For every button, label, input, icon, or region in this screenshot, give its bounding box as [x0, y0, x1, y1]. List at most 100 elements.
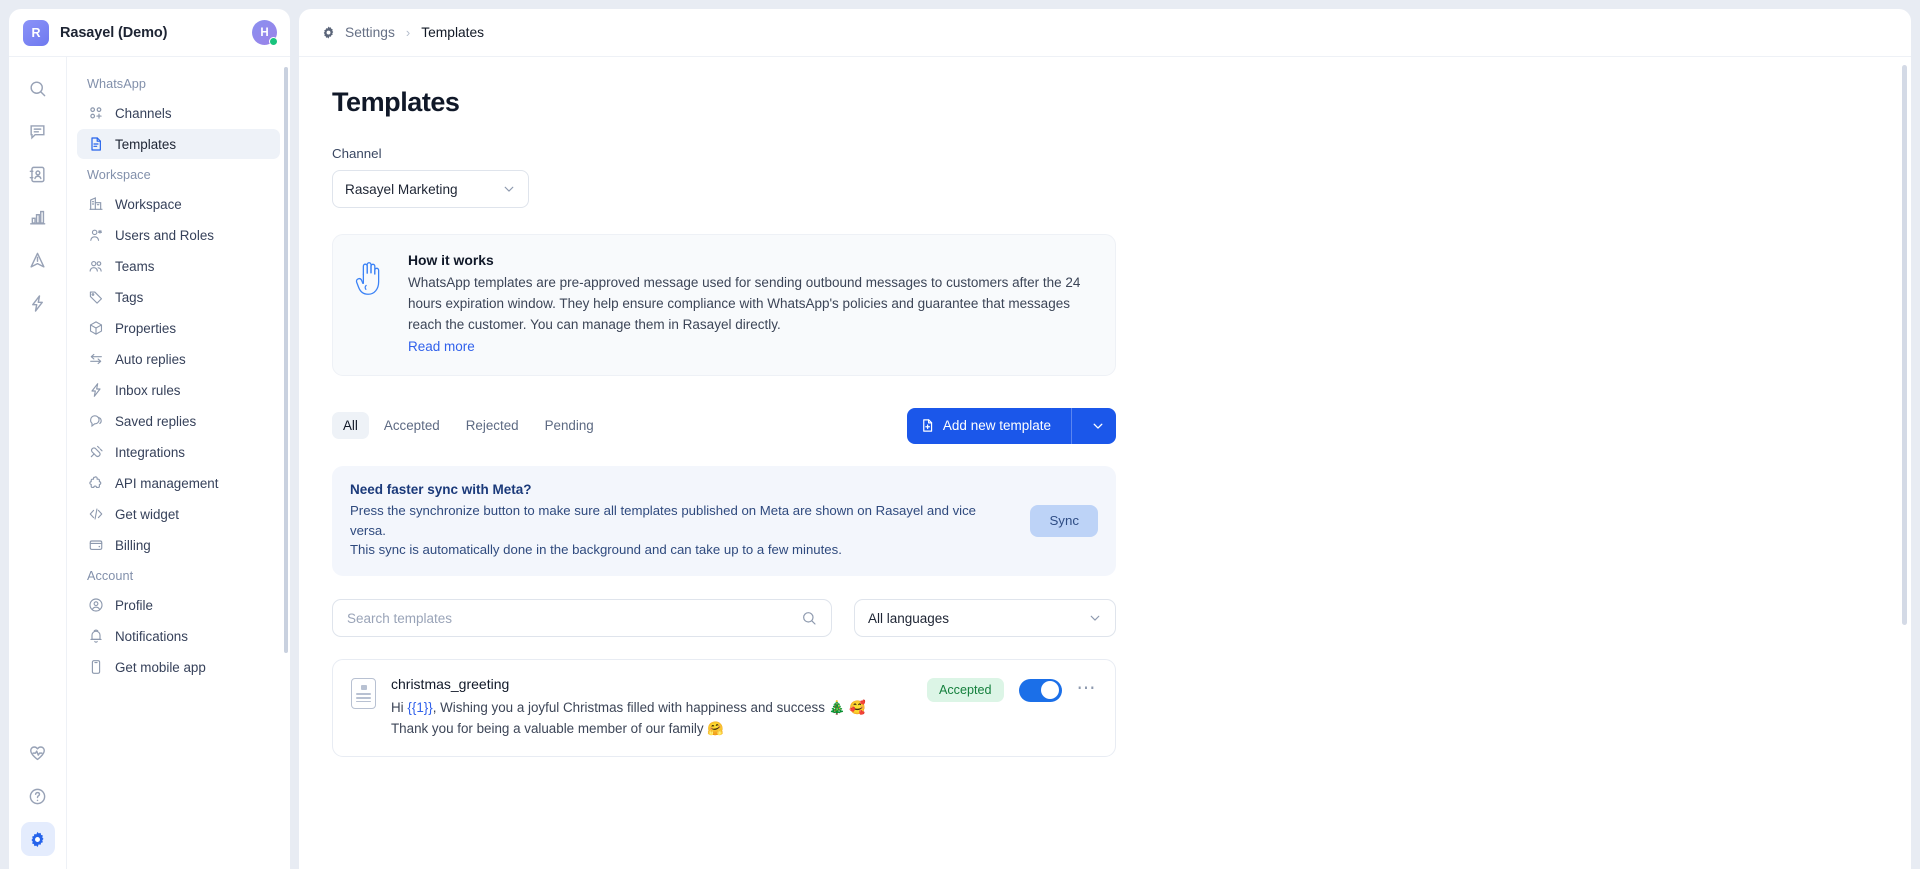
icon-rail [9, 57, 66, 869]
settings-icon[interactable] [20, 822, 55, 856]
bolt-icon [87, 382, 104, 399]
sidebar-item-get-widget[interactable]: Get widget [77, 499, 280, 529]
broadcasts-icon[interactable] [21, 243, 55, 277]
sidebar-item-label: Saved replies [115, 413, 197, 429]
bell-icon [87, 628, 104, 645]
topbar: Settings › Templates [299, 9, 1911, 57]
sync-banner-title: Need faster sync with Meta? [350, 481, 532, 497]
nav-group-workspace: Workspace Workspace Users and Roles Team… [77, 160, 280, 560]
tab-pending[interactable]: Pending [534, 412, 605, 439]
more-horizontal-icon[interactable]: ⋯ [1077, 679, 1098, 702]
plug-icon [87, 444, 104, 461]
status-tabs: All Accepted Rejected Pending [332, 412, 605, 440]
search-icon[interactable] [801, 610, 817, 626]
sidebar-item-templates[interactable]: Templates [77, 129, 280, 159]
sidebar-item-label: Tags [115, 289, 144, 305]
reports-icon[interactable] [21, 200, 55, 234]
breadcrumb-separator: › [405, 25, 411, 40]
rail-bottom-group [20, 736, 55, 869]
sidebar-item-notifications[interactable]: Notifications [77, 621, 280, 651]
sidebar-item-label: Billing [115, 537, 151, 553]
template-enabled-toggle[interactable] [1018, 678, 1062, 702]
nav-group-label: Workspace [87, 168, 151, 182]
sidebar-item-label: Inbox rules [115, 382, 181, 398]
gear-icon [321, 25, 336, 40]
sidebar-item-profile[interactable]: Profile [77, 590, 280, 620]
app-window: R Rasayel (Demo) H WhatsApp Channels Tem… [0, 0, 1920, 869]
search-input[interactable]: Search templates [332, 599, 832, 638]
sidebar-item-label: Notifications [115, 628, 188, 644]
template-document-icon [351, 678, 376, 710]
tabs-row: All Accepted Rejected Pending Add new te… [332, 407, 1116, 444]
workspace-header[interactable]: R Rasayel (Demo) H [9, 9, 290, 57]
template-variable: {{1}} [407, 700, 433, 716]
sync-button[interactable]: Sync [1030, 504, 1098, 537]
sidebar-item-label: Profile [115, 597, 153, 613]
avatar[interactable]: H [252, 20, 278, 46]
automations-icon[interactable] [21, 286, 55, 320]
users-icon [87, 258, 104, 275]
sidebar-item-inbox-rules[interactable]: Inbox rules [77, 375, 280, 405]
contacts-icon[interactable] [21, 157, 55, 191]
sidebar-item-label: Users and Roles [115, 227, 214, 243]
preview-suffix: , Wishing you a joyful Christmas filled … [432, 700, 866, 716]
table-row[interactable]: christmas_greeting Hi {{1}}, Wishing you… [332, 659, 1116, 757]
sidebar-item-get-mobile-app[interactable]: Get mobile app [77, 652, 280, 682]
templates-icon [87, 136, 104, 153]
button-divider [1071, 407, 1072, 444]
sidebar-item-workspace[interactable]: Workspace [77, 189, 280, 219]
tab-accepted[interactable]: Accepted [373, 412, 451, 439]
status-badge: Accepted [926, 678, 1004, 703]
channel-select[interactable]: Rasayel Marketing [332, 170, 529, 208]
template-preview-line-1: Hi {{1}}, Wishing you a joyful Christmas… [391, 698, 912, 719]
sidebar-item-users-and-roles[interactable]: Users and Roles [77, 220, 280, 250]
template-preview-line-2: Thank you for being a valuable member of… [391, 720, 725, 736]
sidebar-item-integrations[interactable]: Integrations [77, 437, 280, 467]
waving-hand-icon [352, 252, 390, 356]
sidebar-item-label: Integrations [115, 444, 185, 460]
online-status-dot [269, 37, 278, 46]
conversations-icon[interactable] [21, 114, 55, 148]
sidebar-item-label: Templates [115, 136, 177, 152]
tab-rejected[interactable]: Rejected [455, 412, 530, 439]
help-icon[interactable] [21, 779, 55, 813]
language-select[interactable]: All languages [854, 599, 1116, 638]
user-circle-icon [87, 597, 104, 614]
health-icon[interactable] [21, 736, 55, 770]
chevron-down-icon[interactable] [1080, 419, 1116, 433]
code-icon [87, 506, 104, 523]
tag-icon [87, 289, 104, 306]
sidebar-item-api-management[interactable]: API management [77, 468, 280, 498]
page-title: Templates [332, 87, 460, 117]
tab-all[interactable]: All [332, 412, 369, 440]
sidebar-item-properties[interactable]: Properties [77, 313, 280, 343]
channel-field: Channel Rasayel Marketing [332, 146, 1099, 208]
breadcrumb-settings[interactable]: Settings [345, 25, 395, 40]
sync-banner: Need faster sync with Meta? Press the sy… [332, 465, 1116, 577]
sync-banner-line1: Press the synchronize button to make sur… [350, 502, 977, 538]
sidebar-item-label: Workspace [115, 196, 182, 212]
sidebar-item-tags[interactable]: Tags [77, 282, 280, 312]
how-it-works-text: How it works WhatsApp templates are pre-… [408, 252, 1088, 356]
content-area: Templates Channel Rasayel Marketing How … [299, 57, 1911, 869]
sidebar-item-auto-replies[interactable]: Auto replies [77, 344, 280, 374]
add-new-template-button[interactable]: Add new template [906, 407, 1116, 444]
document-plus-icon [920, 418, 935, 433]
nav-group-label: WhatsApp [87, 77, 146, 91]
search-icon[interactable] [21, 71, 55, 105]
sidebar-scrollbar[interactable] [284, 67, 288, 653]
read-more-link[interactable]: Read more [408, 339, 475, 354]
puzzle-icon [87, 475, 104, 492]
sidebar-item-channels[interactable]: Channels [77, 98, 280, 128]
user-settings-icon [87, 227, 104, 244]
sidebar-item-teams[interactable]: Teams [77, 251, 280, 281]
sidebar-item-saved-replies[interactable]: Saved replies [77, 406, 280, 436]
icon-bar [356, 701, 371, 703]
template-name: christmas_greeting [391, 676, 510, 693]
how-it-works-title: How it works [408, 252, 494, 268]
sidebar-item-billing[interactable]: Billing [77, 530, 280, 560]
template-info: christmas_greeting Hi {{1}}, Wishing you… [391, 676, 912, 740]
main-scrollbar[interactable] [1902, 65, 1907, 625]
sync-banner-text: Need faster sync with Meta? Press the sy… [350, 482, 1012, 560]
how-it-works-body: WhatsApp templates are pre-approved mess… [408, 275, 1081, 332]
